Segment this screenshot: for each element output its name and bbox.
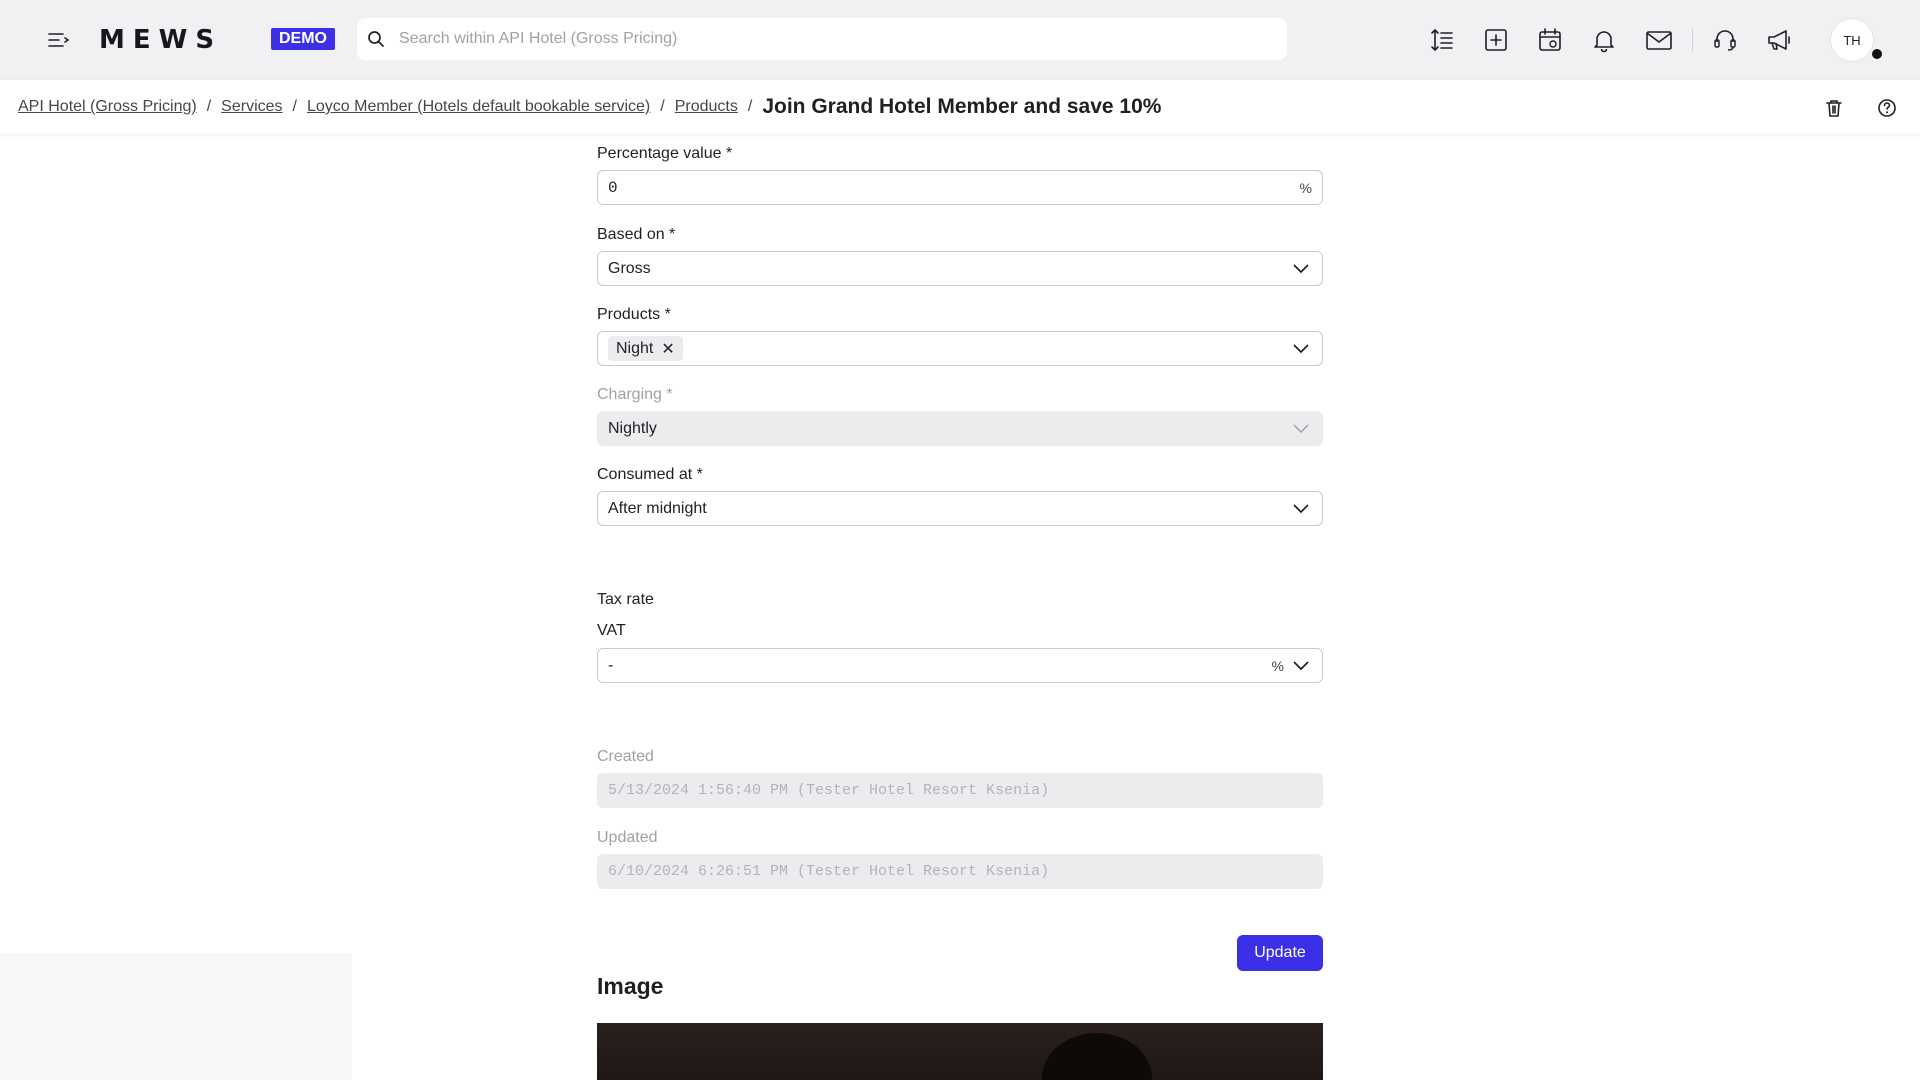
help-circle-icon[interactable] — [1874, 95, 1900, 121]
charging-label: Charging * — [597, 386, 673, 403]
based-on-select[interactable]: Gross — [597, 251, 1323, 286]
breadcrumb-separator: / — [206, 98, 212, 115]
status-dot — [1870, 47, 1884, 61]
update-button[interactable]: Update — [1237, 935, 1323, 971]
updated-field: 6/10/2024 6:26:51 PM (Tester Hotel Resor… — [597, 854, 1323, 889]
image-heading: Image — [597, 973, 664, 999]
breadcrumb-link-services[interactable]: Services — [221, 98, 282, 116]
based-on-value: Gross — [608, 259, 651, 277]
product-chip-label: Night — [616, 339, 654, 357]
search-bar[interactable] — [357, 18, 1287, 60]
search-icon — [365, 28, 387, 50]
chevron-down-icon — [1290, 338, 1312, 360]
close-icon[interactable]: ✕ — [661, 339, 674, 359]
top-bar: MEWS DEMO TH — [0, 0, 1920, 80]
percent-suffix: % — [1271, 657, 1284, 674]
updated-label: Updated — [597, 829, 658, 846]
side-panel-background — [0, 953, 352, 1080]
product-chip: Night ✕ — [608, 336, 683, 361]
breadcrumb-separator: / — [292, 98, 297, 115]
vat-label: VAT — [597, 622, 626, 639]
user-avatar[interactable]: TH — [1830, 18, 1874, 62]
breadcrumb-separator: / — [747, 98, 753, 115]
breadcrumb-link-service[interactable]: Loyco Member (Hotels default bookable se… — [307, 98, 650, 116]
breadcrumb-link-property[interactable]: API Hotel (Gross Pricing) — [18, 98, 197, 116]
add-box-icon[interactable] — [1480, 24, 1512, 56]
percent-suffix: % — [1299, 179, 1312, 196]
product-image — [597, 1023, 1323, 1080]
consumed-at-label: Consumed at * — [597, 466, 703, 483]
image-silhouette — [1042, 1033, 1152, 1080]
percentage-label: Percentage value * — [597, 145, 733, 162]
menu-collapse-icon[interactable] — [44, 26, 72, 54]
tax-rate-heading: Tax rate — [597, 591, 654, 608]
breadcrumb-bar: API Hotel (Gross Pricing) / Services / L… — [0, 80, 1920, 134]
products-select[interactable]: Night ✕ — [597, 331, 1323, 366]
based-on-label: Based on * — [597, 226, 676, 243]
page-title: Join Grand Hotel Member and save 10% — [762, 95, 1162, 118]
mews-logo[interactable]: MEWS — [99, 26, 222, 54]
created-value: 5/13/2024 1:56:40 PM (Tester Hotel Resor… — [608, 782, 1050, 799]
mail-icon[interactable] — [1643, 24, 1675, 56]
chevron-down-icon — [1290, 418, 1312, 440]
trash-icon[interactable] — [1821, 95, 1847, 121]
products-label: Products * — [597, 306, 671, 323]
vat-value: - — [608, 656, 614, 674]
chevron-down-icon — [1290, 258, 1312, 280]
calendar-view-icon[interactable] — [1534, 24, 1566, 56]
charging-select: Nightly — [597, 411, 1323, 446]
support-headset-icon[interactable] — [1709, 24, 1741, 56]
vat-select[interactable]: - % — [597, 648, 1323, 683]
chevron-down-icon — [1290, 655, 1312, 677]
search-input[interactable] — [399, 30, 1279, 48]
updated-value: 6/10/2024 6:26:51 PM (Tester Hotel Resor… — [608, 863, 1050, 880]
percentage-value: 0 — [608, 178, 618, 197]
products-chips: Night ✕ — [608, 336, 1284, 361]
demo-badge: DEMO — [271, 28, 335, 50]
breadcrumb-separator: / — [660, 98, 665, 115]
chevron-down-icon — [1290, 498, 1312, 520]
toolbar-divider — [1692, 28, 1693, 52]
sort-lines-icon[interactable] — [1426, 24, 1458, 56]
charging-value: Nightly — [608, 419, 657, 437]
breadcrumb-link-products[interactable]: Products — [675, 98, 738, 116]
created-field: 5/13/2024 1:56:40 PM (Tester Hotel Resor… — [597, 773, 1323, 808]
consumed-at-select[interactable]: After midnight — [597, 491, 1323, 526]
created-label: Created — [597, 748, 654, 765]
bell-icon[interactable] — [1588, 24, 1620, 56]
percentage-input[interactable]: 0 % — [597, 170, 1323, 205]
breadcrumb: API Hotel (Gross Pricing) / Services / L… — [18, 95, 1161, 119]
megaphone-icon[interactable] — [1763, 24, 1795, 56]
consumed-at-value: After midnight — [608, 499, 707, 517]
